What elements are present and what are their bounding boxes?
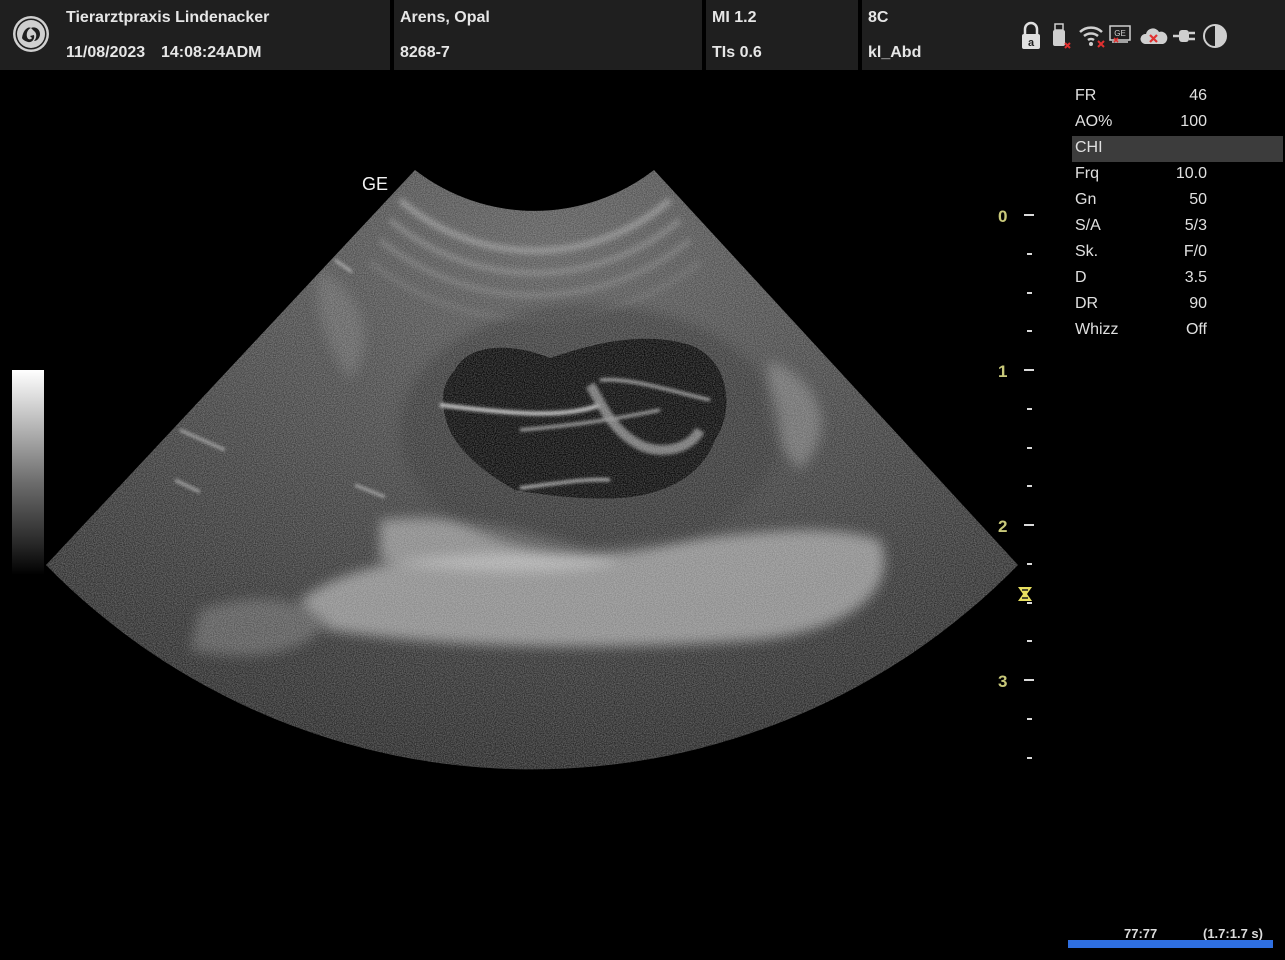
cine-frame-count: 77:77 [1124, 926, 1158, 941]
param-row-sk-[interactable]: Sk. F/0 [1072, 240, 1283, 266]
param-name: Gn [1075, 191, 1097, 208]
header-patient-panel[interactable]: Arens, Opal 8268-7 [394, 0, 702, 70]
focus-marker-icon[interactable] [1016, 586, 1034, 602]
major-tick [1024, 369, 1034, 371]
param-name: CHI [1075, 139, 1103, 156]
param-value: 5/3 [1184, 217, 1207, 234]
minor-tick [1027, 562, 1032, 565]
param-name: Whizz [1075, 321, 1119, 338]
orientation-marker: GE [362, 174, 389, 194]
param-value: 90 [1189, 295, 1207, 312]
param-row-chi[interactable]: CHI [1072, 136, 1283, 162]
cine-loop-bar[interactable]: 77:77 (1.7:1.7 s) [1068, 922, 1273, 950]
param-value: 50 [1189, 191, 1207, 208]
param-value: 10.0 [1175, 165, 1207, 182]
param-value: F/0 [1183, 243, 1207, 260]
minor-tick [1027, 252, 1032, 255]
minor-tick [1027, 756, 1032, 759]
mechanical-index: MI 1.2 [712, 9, 757, 26]
major-tick [1024, 214, 1034, 216]
param-value: 100 [1180, 113, 1207, 130]
major-tick [1024, 679, 1034, 681]
minor-tick [1027, 640, 1032, 643]
depth-scale: 0 1 2 3 [990, 200, 1050, 780]
param-row-s-a[interactable]: S/A 5/3 [1072, 214, 1283, 240]
ge-logo-icon [13, 16, 49, 52]
depth-label-0: 0 [998, 207, 1008, 226]
param-row-dr[interactable]: DR 90 [1072, 292, 1283, 318]
usb-error-icon[interactable] [1050, 20, 1072, 52]
param-name: AO% [1075, 113, 1113, 130]
param-name: DR [1075, 295, 1099, 312]
depth-label-1: 1 [998, 362, 1008, 381]
param-name: Sk. [1075, 243, 1099, 260]
param-row-frq[interactable]: Frq 10.0 [1072, 162, 1283, 188]
minor-tick [1027, 485, 1032, 488]
network-error-icon[interactable]: GE [1108, 20, 1134, 52]
header-clinic-panel: Tierarztpraxis Lindenacker 11/08/2023 14… [0, 0, 390, 70]
minor-tick [1027, 330, 1032, 333]
header-safety-panel: MI 1.2 TIs 0.6 [706, 0, 858, 70]
patient-id: 8268-7 [400, 44, 450, 61]
minor-tick [1027, 446, 1032, 449]
minor-tick [1027, 717, 1032, 720]
param-value: 3.5 [1184, 269, 1207, 286]
lock-icon[interactable]: a [1018, 20, 1044, 52]
grayscale-bar [12, 370, 44, 575]
param-row-gn[interactable]: Gn 50 [1072, 188, 1283, 214]
param-value: Off [1185, 321, 1207, 338]
wifi-error-icon[interactable] [1078, 20, 1106, 52]
depth-label-2: 2 [998, 517, 1008, 536]
major-tick [1024, 524, 1034, 526]
cloud-error-icon[interactable] [1140, 20, 1168, 52]
sector-scan [46, 170, 1018, 770]
header-bar: Tierarztpraxis Lindenacker 11/08/2023 14… [0, 0, 1285, 70]
param-row-d[interactable]: D 3.5 [1072, 266, 1283, 292]
param-name: FR [1075, 87, 1097, 104]
cine-progress-track[interactable] [1068, 940, 1273, 948]
cine-duration: (1.7:1.7 s) [1203, 926, 1263, 941]
exam-preset: kl_Abd [868, 44, 922, 61]
exam-time-user: 14:08:24ADM [161, 44, 262, 61]
contrast-icon[interactable] [1202, 20, 1230, 52]
depth-label-3: 3 [998, 672, 1008, 691]
svg-text:a: a [1028, 37, 1035, 49]
exam-date: 11/08/2023 [66, 44, 146, 61]
param-row-ao-[interactable]: AO% 100 [1072, 110, 1283, 136]
param-name: D [1075, 269, 1087, 286]
power-plug-icon[interactable] [1172, 20, 1200, 52]
param-row-whizz[interactable]: Whizz Off [1072, 318, 1283, 344]
clinic-name: Tierarztpraxis Lindenacker [66, 9, 270, 26]
svg-text:GE: GE [1114, 29, 1126, 38]
param-value: 46 [1189, 87, 1207, 104]
parameter-panel: FR 46 AO% 100 CHI Frq 10.0 Gn 50 S/A 5/3 Sk. F/0 D 3.5… [1072, 84, 1283, 344]
thermal-index: TIs 0.6 [712, 44, 762, 61]
param-name: S/A [1075, 217, 1101, 234]
minor-tick [1027, 407, 1032, 410]
minor-tick [1027, 291, 1032, 294]
patient-name: Arens, Opal [400, 9, 490, 26]
probe-name: 8C [868, 9, 889, 26]
param-name: Frq [1075, 165, 1099, 182]
cine-progress-fill [1068, 940, 1273, 948]
param-row-fr[interactable]: FR 46 [1072, 84, 1283, 110]
